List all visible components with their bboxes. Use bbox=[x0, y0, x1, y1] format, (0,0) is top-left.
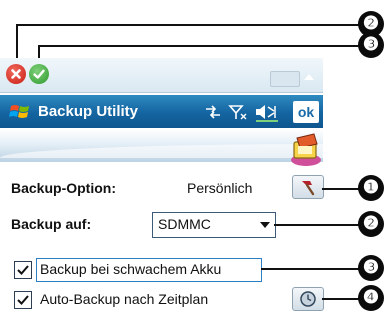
callout-badge-2: ❷ bbox=[358, 211, 384, 237]
ok-button[interactable]: ok bbox=[293, 101, 319, 123]
scheduled-backup-checkbox[interactable] bbox=[14, 291, 32, 309]
callout-line bbox=[261, 268, 362, 270]
chevron-up-icon[interactable] bbox=[304, 74, 314, 80]
callout-badge-3: ❸ bbox=[358, 255, 384, 281]
check-icon bbox=[33, 69, 45, 79]
callout-line bbox=[322, 298, 362, 300]
scheduled-backup-label[interactable]: Auto-Backup nach Zeitplan bbox=[40, 291, 208, 307]
check-icon bbox=[17, 265, 29, 275]
check-icon bbox=[17, 295, 29, 305]
backup-option-value: Persönlich bbox=[187, 180, 253, 196]
callout-badge-4: ❹ bbox=[358, 285, 384, 311]
low-battery-label[interactable]: Backup bei schwachem Akku bbox=[40, 261, 221, 277]
backup-to-value: SDMMC bbox=[158, 216, 211, 232]
chevron-down-icon[interactable] bbox=[260, 222, 270, 228]
signal-icon[interactable] bbox=[228, 103, 248, 121]
volume-icon[interactable] bbox=[253, 102, 281, 122]
windows-start-icon[interactable] bbox=[8, 100, 32, 124]
callout-badge-3: ❸ bbox=[358, 32, 384, 58]
clock-icon bbox=[300, 291, 316, 307]
hammer-icon bbox=[302, 181, 315, 196]
keyboard-icon[interactable] bbox=[270, 71, 300, 87]
callout-line bbox=[38, 45, 359, 47]
callout-badge-1: ❶ bbox=[358, 175, 384, 201]
connectivity-icon[interactable] bbox=[203, 103, 223, 121]
backup-to-label: Backup auf: bbox=[11, 216, 92, 232]
callout-line bbox=[16, 24, 359, 26]
callout-line bbox=[322, 188, 362, 190]
close-button[interactable] bbox=[6, 64, 26, 84]
schedule-button[interactable] bbox=[292, 287, 324, 311]
backup-option-label: Backup-Option: bbox=[11, 180, 116, 196]
backup-option-button[interactable] bbox=[292, 175, 324, 199]
backup-app-icon bbox=[291, 133, 321, 166]
low-battery-checkbox[interactable] bbox=[14, 261, 32, 279]
callout-line bbox=[274, 224, 362, 226]
confirm-button[interactable] bbox=[29, 64, 49, 84]
window-title: Backup Utility bbox=[38, 103, 139, 120]
close-icon bbox=[11, 69, 21, 79]
callout-line bbox=[16, 24, 18, 62]
